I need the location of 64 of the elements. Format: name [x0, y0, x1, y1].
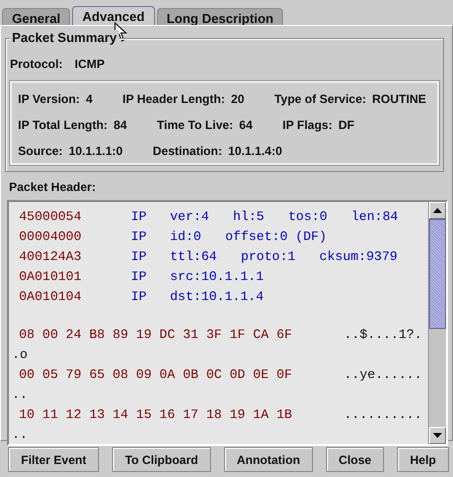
- field-value: 84: [114, 118, 127, 132]
- ascii-text: ..: [12, 426, 28, 442]
- dialog-button[interactable]: Annotation: [224, 447, 314, 472]
- scrollbar[interactable]: [428, 202, 446, 444]
- up-arrow-icon: [433, 208, 442, 213]
- protocol-text: IP: [131, 248, 148, 264]
- scroll-down-button[interactable]: [429, 427, 446, 444]
- field-value: ICMP: [74, 57, 105, 71]
- header-field: ttl:64: [170, 248, 217, 264]
- hex-word: 00004000: [19, 228, 82, 244]
- field-label: Protocol:: [10, 57, 63, 71]
- field-label: IP Total Length:: [18, 118, 108, 132]
- tab[interactable]: General: [2, 8, 70, 25]
- section-title: Packet Header:: [9, 180, 97, 194]
- hex-word: 0A010101: [19, 268, 82, 284]
- field-value: 10.1.1.1:0: [68, 144, 123, 158]
- field-value: 10.1.1.4:0: [228, 144, 282, 158]
- hex-word: 45000054: [19, 208, 82, 224]
- ascii-text: ..........: [344, 406, 422, 422]
- field-label: Destination:: [152, 144, 222, 158]
- hex-word: 400124A3: [19, 248, 82, 264]
- dialog-button[interactable]: Filter Event: [8, 447, 100, 472]
- field-value: DF: [338, 118, 354, 132]
- tab[interactable]: Advanced: [72, 6, 155, 25]
- header-field: ver:4: [170, 208, 210, 224]
- ascii-text: .o: [12, 346, 28, 362]
- field-label: Source:: [18, 144, 63, 158]
- scroll-up-button[interactable]: [429, 202, 446, 219]
- field-label: IP Header Length:: [122, 92, 225, 106]
- field-label: Type of Service:: [274, 92, 366, 106]
- header-field: hl:5: [233, 208, 264, 224]
- header-field: cksum:9379: [319, 248, 398, 264]
- protocol-text: IP: [131, 268, 148, 284]
- group-title: Packet Summary: [10, 30, 119, 45]
- ascii-text: ..$....1?.: [344, 326, 422, 342]
- dialog-button[interactable]: Close: [326, 447, 384, 472]
- header-field: offset:0 (DF): [225, 228, 327, 244]
- header-field: id:0: [170, 228, 202, 244]
- header-field: proto:1: [240, 248, 296, 264]
- field-label: IP Flags:: [282, 118, 332, 132]
- header-field: src:10.1.1.1: [170, 268, 264, 284]
- field-value: 20: [230, 92, 244, 106]
- header-field: len:84: [351, 208, 398, 224]
- header-field: tos:0: [288, 208, 328, 224]
- hex-bytes: 08 00 24 B8 89 19 DC 31 3F 1F CA 6F: [19, 326, 292, 342]
- hex-bytes: 10 11 12 13 14 15 16 17 18 19 1A 1B: [19, 406, 292, 422]
- field-value: 64: [239, 118, 253, 132]
- tab[interactable]: Long Description: [156, 8, 284, 25]
- protocol-text: IP: [131, 228, 148, 244]
- field-label: IP Version:: [18, 92, 80, 106]
- field-label: Time To Live:: [156, 118, 234, 132]
- hex-word: 0A010104: [19, 288, 82, 304]
- ascii-text: ..: [12, 386, 28, 402]
- header-field: dst:10.1.1.4: [170, 288, 264, 304]
- field-value: ROUTINE: [372, 92, 426, 106]
- protocol-text: IP: [131, 208, 148, 224]
- dialog-button[interactable]: Help: [396, 447, 449, 472]
- field-value: 4: [86, 92, 92, 106]
- ascii-text: ..ye......: [344, 366, 422, 382]
- dialog-button[interactable]: To Clipboard: [112, 447, 212, 472]
- hex-bytes: 00 05 79 65 08 09 0A 0B 0C 0D 0E 0F: [19, 366, 292, 382]
- protocol-text: IP: [131, 288, 148, 304]
- scroll-thumb[interactable]: [429, 219, 446, 329]
- down-arrow-icon: [433, 433, 442, 438]
